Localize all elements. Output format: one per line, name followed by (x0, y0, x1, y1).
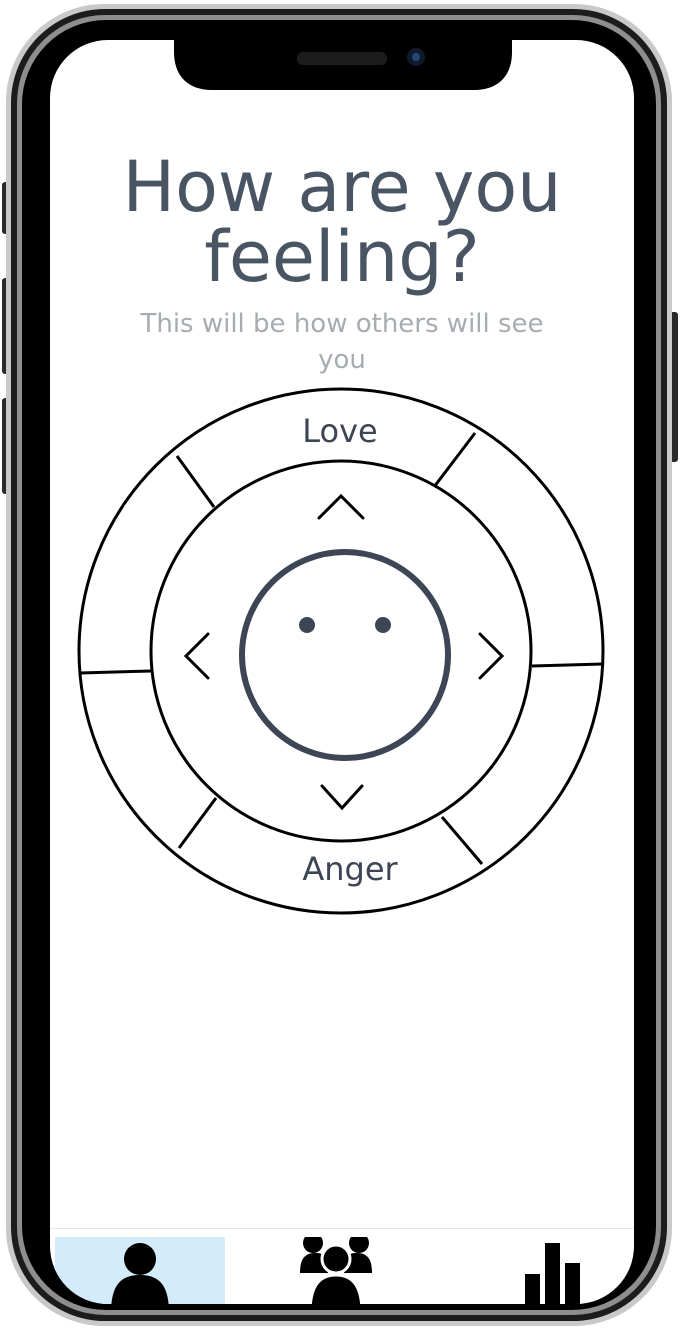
segment-divider (440, 816, 484, 865)
chevron-up-icon[interactable] (317, 493, 365, 520)
mood-face-icon[interactable] (239, 549, 451, 761)
segment-divider (177, 797, 218, 849)
segment-label-anger[interactable]: Anger (302, 850, 398, 888)
tab-bar (50, 1228, 634, 1304)
mood-wheel[interactable]: Love Anger (50, 40, 634, 1304)
segment-divider (531, 662, 604, 668)
segment-divider (175, 455, 216, 508)
right-eye (375, 617, 391, 633)
inner-ring (149, 459, 533, 843)
segment-divider (432, 432, 477, 488)
person-icon (111, 1243, 169, 1304)
outer-ring (77, 387, 605, 915)
left-eye (299, 617, 315, 633)
group-icon (300, 1233, 372, 1304)
chevron-down-icon[interactable] (320, 784, 364, 811)
tab-stats[interactable] (490, 1237, 630, 1304)
segment-label-love[interactable]: Love (302, 412, 377, 450)
tab-friends[interactable] (256, 1233, 416, 1304)
chevron-right-icon[interactable] (478, 632, 505, 680)
chevron-left-icon[interactable] (183, 632, 210, 680)
tab-profile[interactable] (55, 1237, 225, 1304)
segment-divider (79, 669, 152, 675)
bar-chart-icon (525, 1243, 580, 1304)
speaker-grille (297, 52, 387, 65)
app-screen: How are you feeling? This will be how ot… (50, 40, 634, 1304)
